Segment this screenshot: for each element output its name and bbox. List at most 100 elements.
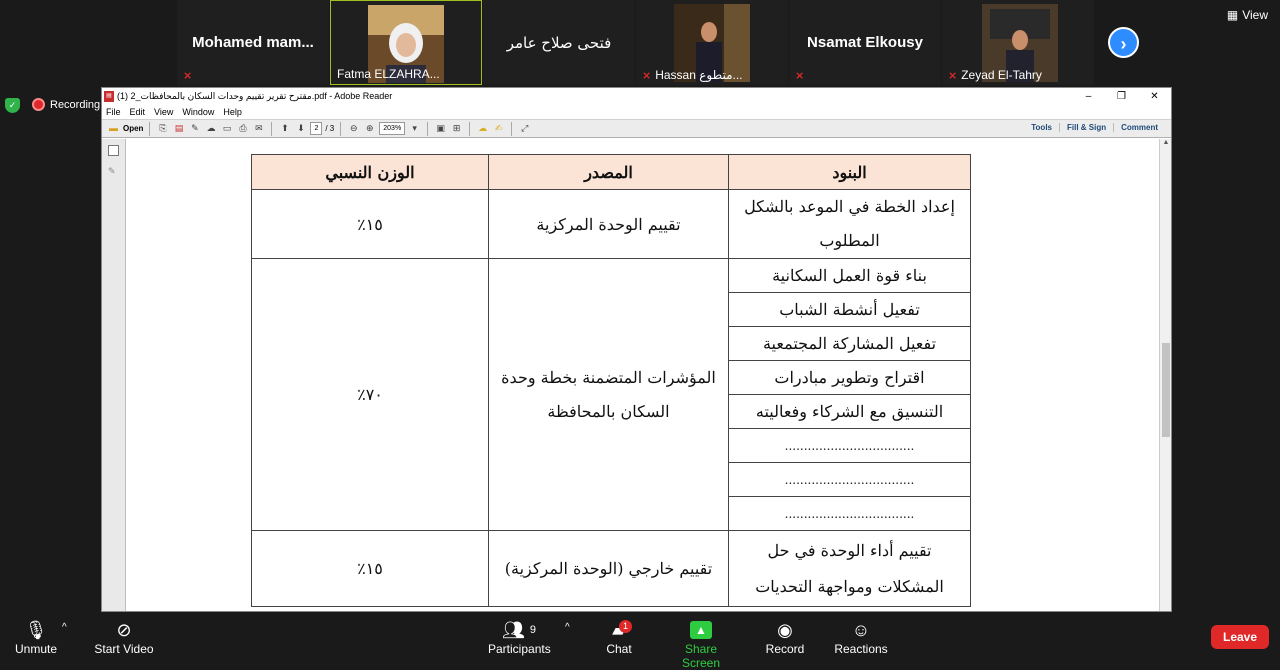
next-page-icon[interactable]: ›	[1108, 27, 1139, 58]
next-page-arrow-icon[interactable]: ⬇	[294, 122, 307, 135]
participant-tile[interactable]: Nsamat Elkousy ⨯	[789, 0, 941, 85]
expand-icon[interactable]: ⤢	[518, 122, 531, 135]
item-line: المطلوب	[819, 231, 880, 250]
muted-microphone-icon: 🎙︎	[24, 620, 48, 640]
video-off-icon: ⊘	[116, 620, 132, 640]
pdf-export-icon[interactable]: ▤	[172, 122, 185, 135]
chevron-down-icon[interactable]: ▾	[408, 122, 421, 135]
signature-icon[interactable]: ✎	[108, 166, 119, 177]
participant-tile[interactable]: فتحى صلاح عامر	[483, 0, 635, 85]
record-label: Record	[765, 642, 805, 656]
reactions-button[interactable]: ☺ Reactions	[834, 618, 888, 656]
audio-options-chevron-icon[interactable]: ^	[62, 622, 67, 633]
create-pdf-icon[interactable]: ⎘	[156, 122, 169, 135]
participants-button[interactable]: 👥︎ 9 Participants	[488, 618, 551, 656]
participants-count: 9	[529, 624, 536, 636]
minimize-button[interactable]: –	[1072, 88, 1105, 105]
cloud-icon[interactable]: ☁	[204, 122, 217, 135]
document-area: ✎ البنود المصدر الوزن النسبي إعداد الخطة…	[102, 139, 1171, 611]
header-weight: الوزن النسبي	[251, 154, 489, 190]
table-cell-items: تقييم أداء الوحدة في حل المشكلات ومواجهة…	[728, 530, 971, 607]
pdf-window: ▤ مقترح تقرير تقييم وحدات السكان بالمحاف…	[101, 87, 1172, 612]
table-cell-item: التنسيق مع الشركاء وفعاليته	[728, 394, 971, 429]
table-cell-item: ..................................	[728, 428, 971, 463]
table-header-row: البنود المصدر الوزن النسبي	[251, 154, 971, 190]
participants-icon: 👥︎ 9	[502, 620, 536, 640]
menu-file[interactable]: File	[106, 107, 121, 117]
chat-badge: 1	[619, 620, 633, 633]
tools-tab[interactable]: Tools	[1024, 123, 1059, 132]
table-cell-source: المؤشرات المتضمنة بخطة وحدة السكان بالمح…	[488, 258, 729, 531]
zoom-in-icon[interactable]: ⊕	[363, 122, 376, 135]
recording-indicator[interactable]: Recording	[32, 98, 100, 111]
print-icon[interactable]: ⎙	[236, 122, 249, 135]
participant-tile[interactable]: Mohamed mam... ⨯	[177, 0, 329, 85]
menu-view[interactable]: View	[154, 107, 173, 117]
chat-label: Chat	[606, 642, 632, 656]
restore-button[interactable]: ❐	[1105, 88, 1138, 105]
chat-button[interactable]: ▰ 1 Chat	[603, 618, 635, 656]
table-cell-source: تقييم الوحدة المركزية	[488, 189, 729, 259]
scrollbar-thumb[interactable]	[1162, 343, 1170, 437]
participants-options-chevron-icon[interactable]: ^	[565, 622, 570, 633]
header-items: البنود	[728, 154, 971, 190]
zoom-input[interactable]: 203%	[379, 122, 406, 135]
pages-icon[interactable]	[108, 145, 119, 156]
menu-window[interactable]: Window	[182, 107, 214, 117]
table-cell-item: تفعيل أنشطة الشباب	[728, 292, 971, 327]
muted-mic-icon: ⨯	[948, 69, 958, 82]
fit-width-icon[interactable]: ⊞	[450, 122, 463, 135]
view-button[interactable]: ▦ View	[1227, 8, 1268, 22]
meeting-controls: 🎙︎ Unmute ^ ⊘ Start Video 👥︎ 9 Participa…	[0, 612, 1280, 670]
vertical-scrollbar[interactable]: ▲	[1159, 139, 1171, 611]
comment-bubble-icon[interactable]: ☁	[476, 122, 489, 135]
menu-edit[interactable]: Edit	[130, 107, 146, 117]
close-button[interactable]: ✕	[1138, 88, 1171, 105]
participant-name: Mohamed mam...	[192, 34, 314, 51]
item-line: تقييم أداء الوحدة في حل	[767, 540, 932, 560]
participant-strip: Mohamed mam... ⨯ Fatma ELZAHRA... فتحى ص…	[0, 0, 1280, 86]
prev-page-icon[interactable]: ⬆	[278, 122, 291, 135]
table-cell-weight: ١٥٪	[251, 530, 489, 607]
table-row: تقييم أداء الوحدة في حل المشكلات ومواجهة…	[251, 530, 971, 607]
participant-name: Nsamat Elkousy	[807, 34, 923, 51]
unmute-button[interactable]: 🎙︎ Unmute	[12, 618, 60, 656]
toolbar: ▬ Open ⎘ ▤ ✎ ☁ ▭ ⎙ ✉ ⬆ ⬇ 2 / 3 ⊖ ⊕ 203% …	[102, 119, 1171, 138]
security-shield-icon: ✓	[5, 98, 20, 113]
muted-mic-icon: ⨯	[795, 70, 805, 82]
participant-tile[interactable]: ⨯ Hassan متطوع...	[636, 0, 788, 85]
grid-icon: ▦	[1226, 8, 1239, 22]
zoom-out-icon[interactable]: ⊖	[347, 122, 360, 135]
start-video-label: Start Video	[94, 642, 154, 656]
table-cell-item: تفعيل المشاركة المجتمعية	[728, 326, 971, 361]
open-button[interactable]: Open	[123, 124, 143, 133]
participant-tile[interactable]: ⨯ Zeyad El-Tahry	[942, 0, 1094, 85]
leave-button[interactable]: Leave	[1211, 625, 1269, 649]
email-icon[interactable]: ✉	[252, 122, 265, 135]
menu-help[interactable]: Help	[223, 107, 242, 117]
record-button[interactable]: ◉ Record	[765, 618, 805, 656]
page-number-input[interactable]: 2	[310, 122, 323, 135]
share-screen-label: Share Screen	[681, 642, 721, 670]
reactions-label: Reactions	[834, 642, 888, 656]
share-screen-button[interactable]: ▲ Share Screen	[666, 618, 736, 670]
participant-caption: Hassan متطوع...	[655, 68, 743, 82]
table-cell-source: تقييم خارجي (الوحدة المركزية)	[488, 530, 729, 607]
start-video-button[interactable]: ⊘ Start Video	[92, 618, 156, 656]
item-line: المشكلات ومواجهة التحديات	[755, 576, 944, 596]
highlight-icon[interactable]: ✍	[492, 122, 505, 135]
save-icon[interactable]: ▭	[220, 122, 233, 135]
folder-icon[interactable]: ▬	[107, 122, 120, 135]
scroll-up-icon[interactable]: ▲	[1160, 139, 1172, 146]
edit-icon[interactable]: ✎	[188, 122, 201, 135]
participant-tile-active[interactable]: Fatma ELZAHRA...	[330, 0, 482, 85]
table-cell-weight: ١٥٪	[251, 189, 489, 259]
fit-page-icon[interactable]: ▣	[434, 122, 447, 135]
record-icon	[32, 98, 45, 111]
pdf-icon: ▤	[104, 91, 114, 102]
comment-tab[interactable]: Comment	[1113, 123, 1165, 132]
fill-sign-tab[interactable]: Fill & Sign	[1059, 123, 1113, 132]
table-cell-weight: ٧٠٪	[251, 258, 489, 531]
muted-mic-icon: ⨯	[642, 69, 652, 82]
source-line: السكان بالمحافظة	[547, 401, 670, 421]
